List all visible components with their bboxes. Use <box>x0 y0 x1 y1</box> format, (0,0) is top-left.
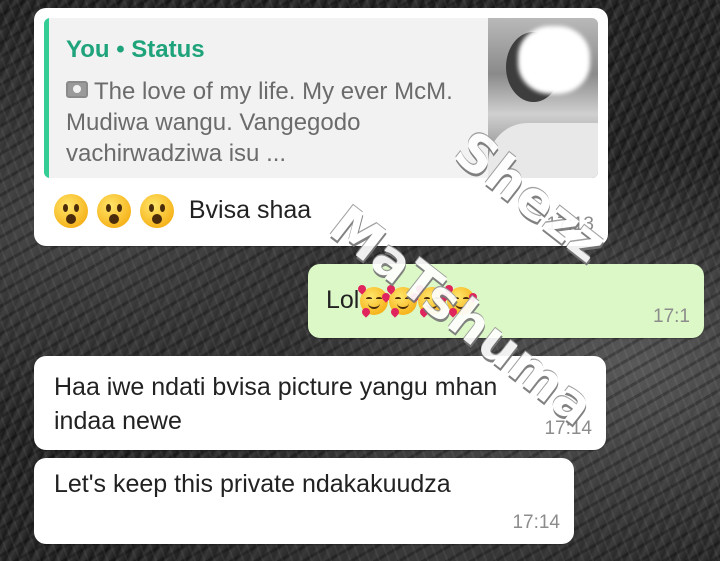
quote-author: You • Status <box>66 36 205 63</box>
message-bubble-outgoing[interactable]: Lol 17:1 <box>308 264 704 338</box>
smiling-face-with-hearts-icon <box>356 283 393 319</box>
astonished-face-icon <box>139 194 174 228</box>
message-bubble-incoming[interactable]: Haa iwe ndati bvisa picture yangu mhan i… <box>34 356 606 450</box>
message-text-row: Bvisa shaa <box>54 194 311 228</box>
quoted-status-reply[interactable]: You • Status The love of my life. My eve… <box>44 18 598 178</box>
quote-accent-bar <box>44 18 49 178</box>
message-text: Let's keep this private ndakakuudza <box>54 470 451 498</box>
message-text: Lol <box>326 286 360 314</box>
smiling-face-with-hearts-icon <box>385 283 422 319</box>
message-bubble-incoming[interactable]: You • Status The love of my life. My eve… <box>34 8 608 246</box>
message-time: 17:1 <box>653 306 690 327</box>
camera-icon <box>66 81 88 98</box>
thumbnail-shirt <box>488 123 598 178</box>
astonished-face-icon <box>54 194 88 228</box>
message-text-row: Lol <box>326 283 480 319</box>
smiling-face-with-hearts-icon <box>414 283 451 319</box>
quote-text-wrap: The love of my life. My ever McM. Mudiwa… <box>66 76 466 169</box>
smiling-face-with-hearts-icon <box>443 283 480 319</box>
message-text: Bvisa shaa <box>188 195 312 224</box>
message-bubble-incoming[interactable]: Let's keep this private ndakakuudza 17:1… <box>34 458 574 544</box>
message-time: 17:14 <box>544 418 592 439</box>
message-time: 17:13 <box>546 214 594 235</box>
message-time: 17:14 <box>512 512 560 533</box>
thumbnail-censor-blur <box>518 26 590 94</box>
message-text: Haa iwe ndati bvisa picture yangu mhan i… <box>54 373 498 435</box>
astonished-face-icon <box>96 194 131 228</box>
status-thumbnail[interactable] <box>488 18 598 178</box>
quote-text: The love of my life. My ever McM. Mudiwa… <box>66 78 453 167</box>
